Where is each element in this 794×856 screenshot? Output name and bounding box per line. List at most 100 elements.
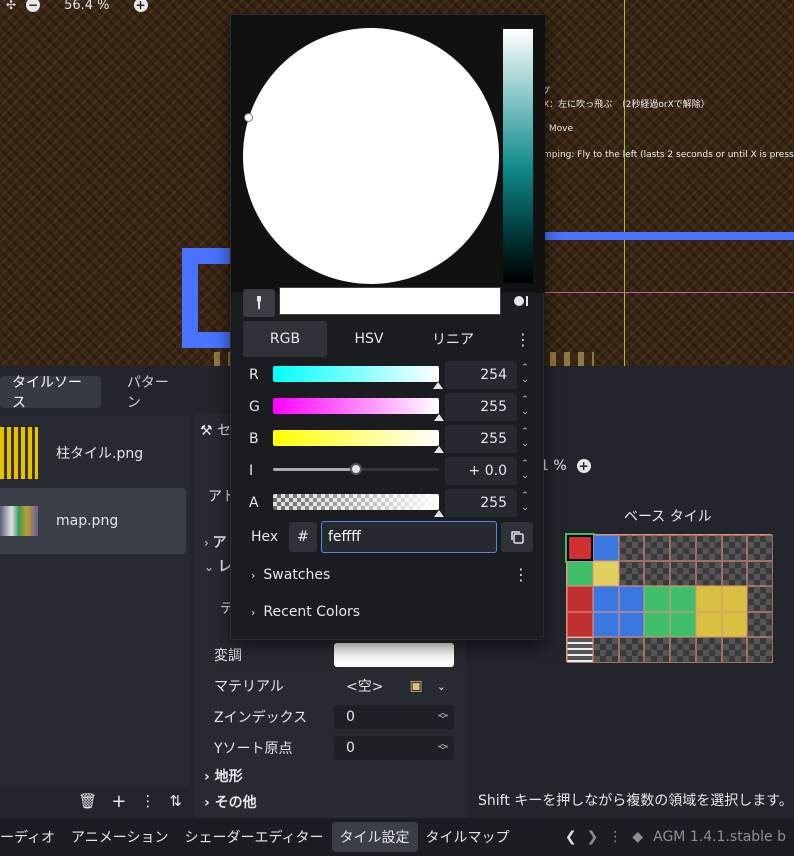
tile-cell[interactable] bbox=[721, 560, 748, 587]
tile-cell[interactable] bbox=[618, 586, 645, 612]
slider-grabber[interactable] bbox=[434, 414, 444, 421]
intensity-value-field[interactable]: + 0.0 bbox=[445, 457, 517, 485]
tab-audio[interactable]: ーディオ bbox=[0, 822, 63, 852]
tile-cell[interactable] bbox=[567, 637, 593, 663]
atlas-zoom-level[interactable]: 1 % bbox=[540, 458, 567, 474]
tile-cell[interactable] bbox=[721, 586, 748, 612]
tile-cell[interactable] bbox=[567, 535, 593, 561]
tile-cell[interactable] bbox=[670, 637, 696, 663]
chevron-down-icon[interactable]: ⌄ bbox=[437, 680, 446, 693]
zoom-level[interactable]: 56.4 % bbox=[64, 0, 109, 13]
z-index-field[interactable]: 0 ︿ ﹀ bbox=[334, 705, 454, 729]
swatches-section[interactable]: › Swatches bbox=[251, 567, 330, 583]
copy-button[interactable] bbox=[501, 522, 533, 552]
tile-cell[interactable] bbox=[567, 611, 593, 638]
tab-rgb[interactable]: RGB bbox=[243, 321, 327, 357]
chevron-right-icon[interactable]: ❯ bbox=[587, 829, 599, 845]
tile-cell[interactable] bbox=[592, 586, 619, 612]
tile-cell[interactable] bbox=[592, 535, 619, 561]
tile-cell[interactable] bbox=[592, 611, 619, 638]
add-icon[interactable]: + bbox=[111, 791, 126, 812]
blue-value-field[interactable]: 255 bbox=[445, 425, 517, 453]
tile-cell[interactable] bbox=[644, 611, 670, 638]
expand-icon[interactable]: › ア bbox=[204, 532, 227, 552]
zoom-in-button[interactable]: + bbox=[576, 459, 591, 473]
tile-cell[interactable] bbox=[592, 637, 619, 663]
tile-cell[interactable] bbox=[721, 637, 748, 663]
zoom-in-button[interactable]: + bbox=[133, 0, 148, 12]
tile-cell[interactable] bbox=[747, 560, 773, 587]
hash-toggle-button[interactable]: # bbox=[289, 522, 317, 552]
tile-cell[interactable] bbox=[644, 560, 670, 587]
tile-cell[interactable] bbox=[670, 611, 696, 638]
tile-cell[interactable] bbox=[670, 560, 696, 587]
blue-slider[interactable] bbox=[273, 430, 439, 446]
spinner-icon[interactable]: ⌃ ⌄ bbox=[519, 426, 531, 450]
tile-cell[interactable] bbox=[747, 637, 773, 663]
center-view-icon[interactable]: ✣ bbox=[6, 0, 16, 12]
spinner-icon[interactable]: ⌃ ⌄ bbox=[519, 490, 531, 514]
tab-tilemap[interactable]: タイルマップ bbox=[418, 822, 518, 852]
y-sort-field[interactable]: 0 ︿ ﹀ bbox=[334, 736, 454, 760]
tab-linear[interactable]: リニア bbox=[411, 321, 495, 357]
tile-cell[interactable] bbox=[721, 535, 748, 561]
recent-colors-section[interactable]: › Recent Colors bbox=[251, 604, 360, 620]
eyedropper-button[interactable] bbox=[243, 289, 275, 317]
tile-cell[interactable] bbox=[644, 637, 670, 663]
slider-knob[interactable] bbox=[350, 463, 362, 475]
tile-cell[interactable] bbox=[670, 535, 696, 561]
alpha-value-field[interactable]: 255 bbox=[445, 489, 517, 517]
chevron-left-icon[interactable]: ❮ bbox=[565, 829, 577, 845]
preview-toggle-icon[interactable] bbox=[509, 291, 533, 311]
slider-grabber[interactable] bbox=[434, 446, 444, 453]
tab-tile-sources[interactable]: タイルソース bbox=[0, 375, 101, 411]
tab-shader-editor[interactable]: シェーダーエディター bbox=[176, 822, 331, 852]
tile-cell[interactable] bbox=[721, 611, 748, 638]
green-slider[interactable] bbox=[273, 398, 439, 414]
tab-patterns[interactable]: パターン bbox=[115, 375, 190, 411]
tile-cell[interactable] bbox=[695, 560, 722, 587]
spinner-icon[interactable]: ⌃ ⌄ bbox=[519, 362, 531, 386]
spinner-icon[interactable]: ︿ ﹀ bbox=[438, 709, 448, 726]
tile-cell[interactable] bbox=[567, 586, 593, 612]
group-misc[interactable]: › その他 bbox=[204, 792, 257, 812]
tile-cell[interactable] bbox=[618, 560, 645, 587]
tile-cell[interactable] bbox=[644, 535, 670, 561]
green-value-field[interactable]: 255 bbox=[445, 393, 517, 421]
tile-cell[interactable] bbox=[567, 560, 593, 587]
tile-cell[interactable] bbox=[592, 560, 619, 587]
tile-cell[interactable] bbox=[695, 637, 722, 663]
more-vertical-icon[interactable]: ⋮ bbox=[608, 829, 622, 845]
tab-animation[interactable]: アニメーション bbox=[63, 822, 176, 852]
tile-cell[interactable] bbox=[618, 535, 645, 561]
spinner-icon[interactable]: ⌃ ⌄ bbox=[519, 458, 531, 482]
zoom-out-button[interactable]: − bbox=[26, 0, 41, 12]
more-vertical-icon[interactable]: ⋮ bbox=[513, 565, 529, 584]
alpha-slider[interactable] bbox=[273, 494, 439, 510]
more-vertical-icon[interactable]: ⋮ bbox=[140, 792, 155, 810]
tile-cell[interactable] bbox=[670, 586, 696, 612]
list-item[interactable]: map.png bbox=[0, 488, 186, 554]
tab-tileset[interactable]: タイル設定 bbox=[331, 822, 418, 852]
tile-cell[interactable] bbox=[695, 535, 722, 561]
red-value-field[interactable]: 254 bbox=[445, 361, 517, 389]
sort-icon[interactable]: ⇅ bbox=[169, 792, 182, 810]
collapse-icon[interactable]: ⌄ レ bbox=[204, 556, 232, 576]
material-field[interactable]: <空> ▣ ⌄ bbox=[334, 674, 454, 698]
trash-icon[interactable]: 🗑 bbox=[78, 792, 97, 810]
spinner-icon[interactable]: ⌃ ⌄ bbox=[519, 394, 531, 418]
tile-cell[interactable] bbox=[695, 586, 722, 612]
slider-grabber[interactable] bbox=[433, 382, 444, 389]
hex-input[interactable] bbox=[321, 521, 497, 553]
tile-cell[interactable] bbox=[747, 535, 773, 561]
modulate-color-field[interactable] bbox=[334, 643, 454, 667]
value-slider[interactable] bbox=[503, 29, 533, 283]
tile-cell[interactable] bbox=[747, 586, 773, 612]
folder-icon[interactable]: ▣ bbox=[409, 678, 422, 694]
tile-cell[interactable] bbox=[618, 637, 645, 663]
more-vertical-icon[interactable]: ⋮ bbox=[513, 330, 533, 349]
tile-cell[interactable] bbox=[695, 611, 722, 638]
spinner-icon[interactable]: ︿ ﹀ bbox=[438, 740, 448, 757]
atlas-tile-grid[interactable] bbox=[566, 534, 773, 663]
wheel-handle[interactable] bbox=[244, 113, 253, 122]
